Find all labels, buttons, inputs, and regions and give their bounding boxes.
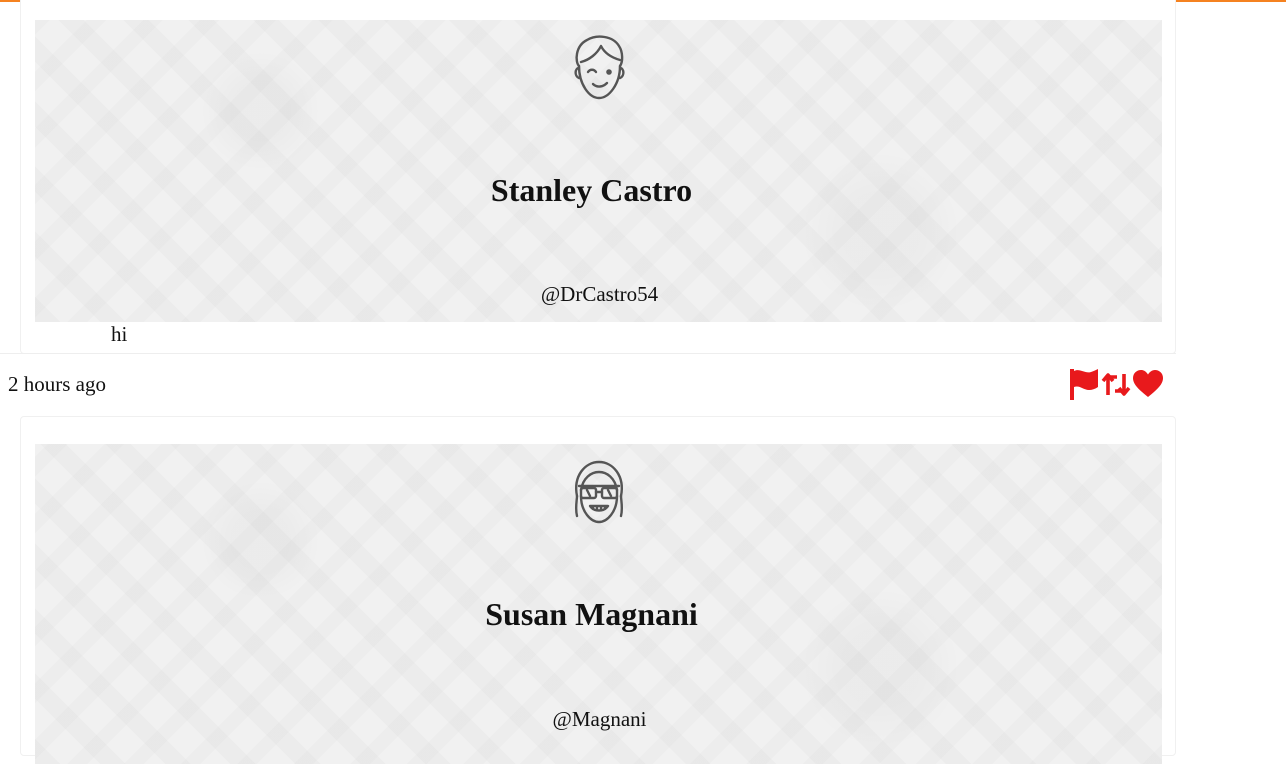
heart-icon[interactable] [1132, 368, 1164, 405]
post-timestamp: 2 hours ago [8, 372, 106, 396]
post-card: Susan Magnani @Magnani [20, 416, 1176, 764]
post-meta-row: 2 hours ago [0, 353, 1176, 415]
post-card: Stanley Castro @DrCastro54 hi [20, 0, 1176, 354]
post-text: hi [111, 322, 128, 346]
display-name: Stanley Castro [490, 172, 693, 208]
flag-icon[interactable] [1068, 368, 1100, 405]
post-feed: Stanley Castro @DrCastro54 hi 2 hours ag… [0, 0, 1286, 764]
profile-banner: Susan Magnani @Magnani [35, 444, 1162, 764]
post-actions [1068, 368, 1164, 405]
display-name: Susan Magnani [485, 596, 698, 632]
sunglasses-girl-avatar-icon [574, 460, 624, 524]
winking-boy-avatar-icon [574, 35, 625, 100]
retweet-icon[interactable] [1100, 368, 1132, 405]
profile-banner: Stanley Castro @DrCastro54 [35, 20, 1162, 322]
user-handle[interactable]: @DrCastro54 [36, 282, 1162, 307]
user-handle[interactable]: @Magnani [36, 707, 1162, 732]
